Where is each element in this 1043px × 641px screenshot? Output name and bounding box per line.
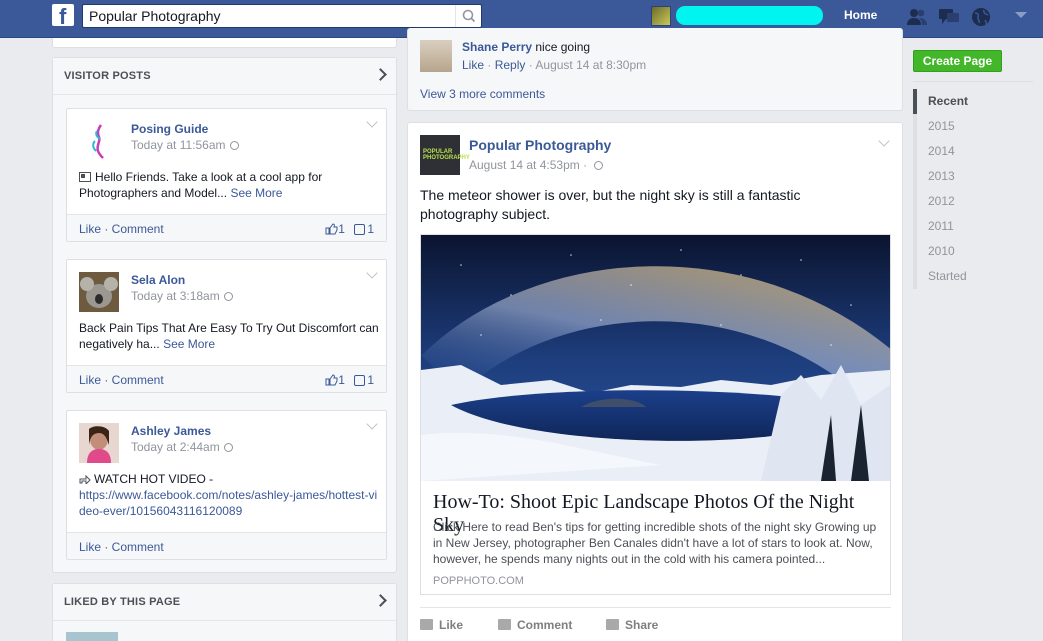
timeline-item-2015[interactable]: 2015 [913, 114, 1033, 139]
public-globe-icon [223, 443, 233, 452]
post-body: Hello Friends. Take a look at a cool app… [79, 170, 323, 200]
create-page-button[interactable]: Create Page [913, 50, 1002, 72]
liked-by-header[interactable]: LIKED BY THIS PAGE [53, 584, 396, 621]
thumbs-up-icon [420, 619, 433, 630]
post-action-bar: Like Comment Share [420, 607, 891, 641]
chevron-down-icon[interactable] [366, 116, 378, 128]
search-box[interactable] [82, 4, 482, 28]
post-timestamp[interactable]: Today at 11:56am [131, 138, 239, 152]
comment-line: Shane Perry nice going [462, 40, 591, 54]
divider [913, 81, 1033, 82]
ashley-james-avatar[interactable] [79, 423, 119, 463]
comment-bubble-icon [354, 224, 366, 235]
view-more-comments-link[interactable]: View 3 more comments [420, 87, 545, 101]
comment-time[interactable]: August 14 at 8:30pm [535, 58, 646, 72]
commenter-name[interactable]: Shane Perry [462, 40, 532, 54]
home-link[interactable]: Home [844, 8, 877, 22]
link-domain: POPPHOTO.COM [433, 575, 524, 587]
liked-by-this-page-box: LIKED BY THIS PAGE [52, 583, 397, 641]
friend-requests-icon[interactable] [906, 7, 928, 27]
comment-bubble-icon [498, 619, 511, 630]
post-footer: Like · Comment [67, 532, 386, 559]
timeline-item-started[interactable]: Started [913, 264, 1033, 289]
link-description: Click Here to read Ben's tips for gettin… [433, 520, 877, 566]
popular-photography-logo[interactable]: POPULAR PHOTOGRAPHY [420, 135, 470, 175]
timeline-item-2010[interactable]: 2010 [913, 239, 1033, 264]
see-more-link[interactable]: See More [230, 186, 282, 200]
commenter-avatar[interactable] [420, 40, 452, 72]
post-timestamp[interactable]: Today at 2:44am [131, 440, 233, 454]
timeline-year-nav: Recent 2015 2014 2013 2012 2011 2010 Sta… [913, 89, 1033, 289]
post-footer: Like · Comment 1 1 [67, 214, 386, 241]
thumbs-up-icon [325, 223, 338, 235]
posing-guide-avatar[interactable] [79, 121, 119, 161]
search-icon [462, 9, 476, 23]
public-globe-icon [594, 161, 604, 170]
post-footer: Like · Comment 1 1 [67, 365, 386, 392]
visitor-post: Posing Guide Today at 11:56am Hello Frie… [66, 108, 387, 242]
previous-card-stub [52, 38, 397, 48]
chevron-down-icon[interactable] [878, 135, 890, 147]
search-input[interactable] [83, 5, 453, 27]
page-name[interactable]: Popular Photography [469, 137, 611, 153]
page-post: POPULAR PHOTOGRAPHY Popular Photography … [407, 122, 903, 641]
facebook-logo-icon[interactable]: f [52, 4, 74, 29]
visitor-posts-title: VISITOR POSTS [64, 70, 151, 82]
thumbs-up-icon [325, 374, 338, 386]
post-author-name[interactable]: Sela Alon [131, 273, 185, 287]
previous-post-comments: Shane Perry nice going Like · Reply · Au… [407, 28, 903, 111]
public-globe-icon [223, 292, 233, 301]
like-comment-actions[interactable]: Like · Comment [79, 373, 164, 387]
timeline-item-2014[interactable]: 2014 [913, 139, 1033, 164]
redacted-username [676, 6, 823, 25]
timeline-item-recent[interactable]: Recent [913, 89, 1033, 114]
account-menu-arrow-icon[interactable] [1015, 12, 1027, 18]
chevron-right-icon[interactable] [374, 68, 387, 81]
public-globe-icon [229, 141, 239, 150]
post-link[interactable]: https://www.facebook.com/notes/ashley-ja… [79, 488, 377, 518]
like-button[interactable]: Like [420, 618, 463, 632]
like-comment-actions[interactable]: Like · Comment [79, 222, 164, 236]
share-button[interactable]: Share [606, 618, 658, 632]
timeline-item-2011[interactable]: 2011 [913, 214, 1033, 239]
link-preview-card[interactable]: How-To: Shoot Epic Landscape Photos Of t… [420, 234, 891, 595]
post-body: WATCH HOT VIDEO - https://www.facebook.c… [79, 472, 378, 518]
user-avatar[interactable] [651, 6, 671, 26]
reaction-counts[interactable]: 1 1 [325, 222, 374, 236]
liked-page-thumbnail[interactable] [66, 632, 118, 641]
timeline-item-2012[interactable]: 2012 [913, 189, 1033, 214]
timeline-item-2013[interactable]: 2013 [913, 164, 1033, 189]
visitor-posts-box: VISITOR POSTS Posing Guide Today at 11:5… [52, 57, 397, 573]
messages-icon[interactable] [938, 7, 960, 27]
like-comment-actions[interactable]: Like · Comment [79, 540, 164, 554]
search-button[interactable] [455, 5, 481, 27]
chevron-down-icon[interactable] [366, 418, 378, 430]
visitor-post: Sela Alon Today at 3:18am Back Pain Tips… [66, 259, 387, 393]
chevron-down-icon[interactable] [366, 267, 378, 279]
comment-reply-link[interactable]: Reply [495, 58, 526, 72]
post-text: The meteor shower is over, but the night… [420, 187, 801, 222]
notifications-globe-icon[interactable] [970, 7, 992, 27]
chevron-right-icon[interactable] [374, 594, 387, 607]
share-arrow-icon [79, 474, 91, 486]
share-arrow-icon [606, 619, 619, 630]
visitor-posts-header[interactable]: VISITOR POSTS [53, 58, 396, 95]
post-author-name[interactable]: Ashley James [131, 424, 211, 438]
app-icon [79, 172, 91, 182]
post-author-name[interactable]: Posing Guide [131, 122, 208, 136]
visitor-post: Ashley James Today at 2:44am WATCH HOT V… [66, 410, 387, 560]
night-sky-landscape-image[interactable] [421, 235, 890, 481]
reaction-counts[interactable]: 1 1 [325, 373, 374, 387]
comment-bubble-icon [354, 375, 366, 386]
comment-meta: Like · Reply · August 14 at 8:30pm [462, 58, 647, 72]
sela-alon-avatar[interactable] [79, 272, 119, 312]
post-timestamp[interactable]: August 14 at 4:53pm · [469, 158, 604, 172]
comment-button[interactable]: Comment [498, 618, 572, 632]
see-more-link[interactable]: See More [163, 337, 215, 351]
post-body: Back Pain Tips That Are Easy To Try Out … [79, 321, 379, 351]
comment-like-link[interactable]: Like [462, 58, 484, 72]
liked-by-title: LIKED BY THIS PAGE [64, 596, 181, 608]
post-timestamp[interactable]: Today at 3:18am [131, 289, 233, 303]
